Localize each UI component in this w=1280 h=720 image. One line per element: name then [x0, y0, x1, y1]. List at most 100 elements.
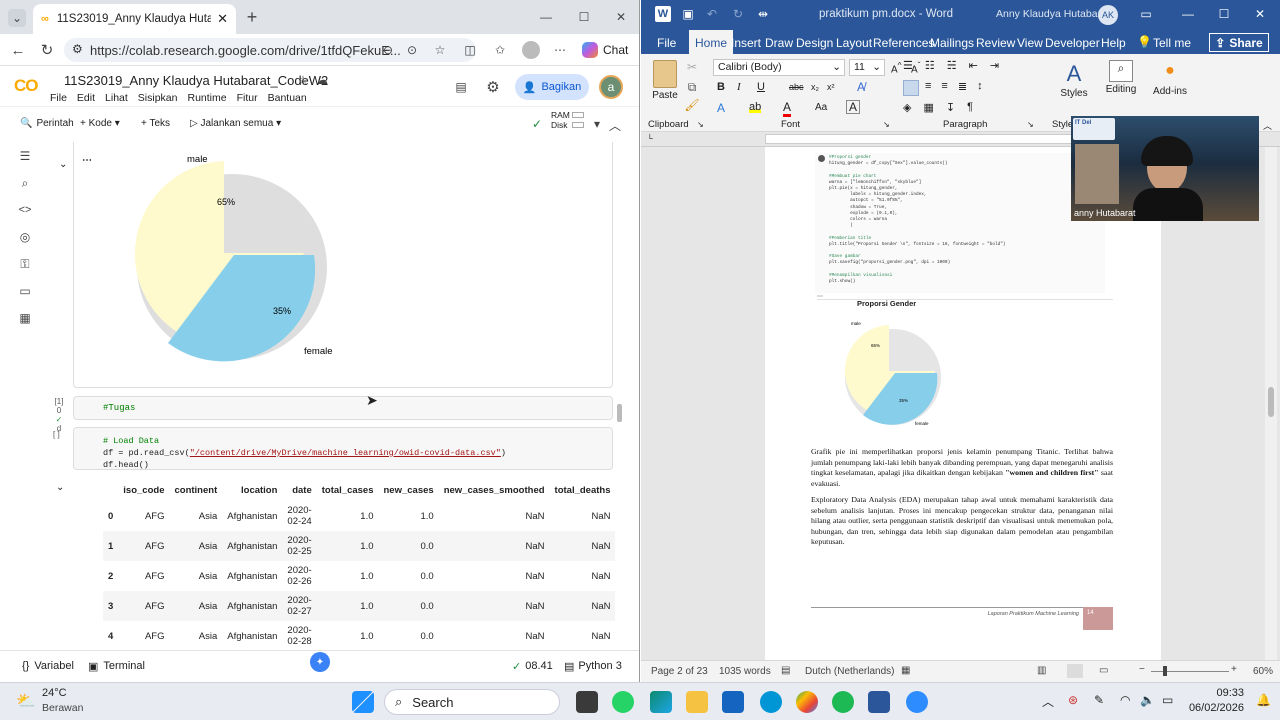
- paragraph-1[interactable]: Grafik pie ini memperlihatkan proporsi j…: [811, 447, 1113, 489]
- close-tab-icon[interactable]: ✕: [217, 11, 228, 27]
- grow-font-icon[interactable]: A^: [891, 60, 902, 75]
- bookmark-star-icon[interactable]: ☆: [432, 42, 448, 58]
- scrollbar-thumb[interactable]: [1268, 387, 1274, 417]
- colab-logo[interactable]: CO: [14, 76, 38, 96]
- browser-tab-colab[interactable]: ∞ 11S23019_Anny Klaudya Hutabarat ✕: [33, 4, 236, 34]
- tab-home[interactable]: Home: [689, 30, 734, 54]
- word-user-avatar[interactable]: AK: [1098, 5, 1118, 25]
- start-windows-icon[interactable]: [352, 691, 374, 713]
- settings-gear-icon[interactable]: ⚙: [484, 78, 502, 96]
- borders-icon[interactable]: ▦: [923, 101, 933, 114]
- edge-icon[interactable]: [650, 691, 672, 713]
- split-view-icon[interactable]: ◫: [462, 42, 478, 58]
- star-icon[interactable]: ☆: [296, 73, 310, 87]
- highlight-icon[interactable]: ab: [749, 101, 762, 113]
- minimize-icon[interactable]: —: [536, 7, 556, 27]
- quick-access-icon[interactable]: ⇹: [755, 7, 771, 21]
- favorites-icon[interactable]: ✩: [492, 42, 508, 58]
- zoom-slider-thumb[interactable]: [1163, 666, 1167, 676]
- add-code-button[interactable]: + Kode ▾: [80, 118, 120, 129]
- account-avatar[interactable]: a: [599, 75, 623, 99]
- collapse-output-icon[interactable]: ⌄: [59, 159, 67, 170]
- font-name-select[interactable]: Calibri (Body) ⌄: [713, 59, 845, 76]
- menu-runtime[interactable]: Runtime: [188, 92, 227, 104]
- reload-icon[interactable]: ↻: [37, 40, 57, 60]
- menu-edit[interactable]: Edit: [77, 92, 95, 104]
- print-layout-icon[interactable]: [1067, 664, 1083, 678]
- undo-icon[interactable]: ↶: [705, 7, 719, 21]
- tab-draw[interactable]: Draw: [765, 36, 793, 50]
- runtime-label[interactable]: ▤ Python 3: [564, 660, 622, 673]
- word-close-icon[interactable]: ✕: [1253, 7, 1267, 21]
- shading-icon[interactable]: ◈: [903, 101, 911, 114]
- copy-icon[interactable]: ⧉: [685, 80, 699, 95]
- battery-icon[interactable]: ▭: [1162, 693, 1173, 707]
- tab-view[interactable]: View: [1017, 36, 1043, 50]
- subscript-icon[interactable]: x₂: [811, 82, 819, 92]
- tab-insert[interactable]: Insert: [731, 36, 761, 50]
- collapse-ribbon-icon[interactable]: ︿: [1263, 119, 1272, 132]
- tab-selector-icon[interactable]: └: [647, 134, 653, 143]
- new-tab-icon[interactable]: +: [242, 7, 262, 27]
- notification-icon[interactable]: 🔔: [1256, 693, 1271, 707]
- zoom-in-icon[interactable]: +: [1231, 664, 1237, 675]
- clipboard-launcher-icon[interactable]: ↘: [697, 120, 704, 129]
- align-left-icon[interactable]: [903, 80, 919, 96]
- accessibility-icon[interactable]: ▦: [901, 665, 910, 676]
- menu-tools[interactable]: Fitur: [237, 92, 258, 104]
- line-spacing-icon[interactable]: ↕: [977, 80, 983, 93]
- word-share-button[interactable]: ⇪ Share: [1209, 33, 1269, 52]
- tab-design[interactable]: Design: [796, 36, 833, 50]
- clock-time[interactable]: 09:33: [1192, 687, 1244, 699]
- cut-icon[interactable]: ✂: [685, 60, 699, 74]
- tab-file[interactable]: File: [657, 36, 676, 50]
- decrease-indent-icon[interactable]: ⇤: [969, 59, 978, 72]
- clear-format-icon[interactable]: A̸: [857, 80, 865, 94]
- volume-icon[interactable]: 🔈: [1140, 693, 1155, 707]
- format-painter-icon[interactable]: 🖌: [684, 98, 699, 112]
- zoom-app-icon[interactable]: [906, 691, 928, 713]
- run-all-button[interactable]: ▷ Jalankan semua ▾: [190, 118, 281, 129]
- multilevel-list-icon[interactable]: ☵: [947, 59, 957, 72]
- runtime-dropdown-icon[interactable]: ▾: [592, 117, 602, 131]
- notebook-title[interactable]: 11S23019_Anny Klaudya Hutabarat_CodeW2: [64, 73, 328, 88]
- word-taskbar-icon[interactable]: [868, 691, 890, 713]
- menu-help[interactable]: Bantuan: [268, 92, 307, 104]
- code-cell-load-data[interactable]: # Load Data df = pd.read_csv("/content/d…: [73, 427, 613, 470]
- weather-desc[interactable]: Berawan: [42, 702, 83, 714]
- store-icon[interactable]: [722, 691, 744, 713]
- cloud-saved-icon[interactable]: ☁: [315, 73, 329, 87]
- increase-indent-icon[interactable]: ⇥: [990, 59, 999, 72]
- char-border-icon[interactable]: A: [846, 100, 860, 114]
- show-hidden-icons[interactable]: ︿: [1042, 693, 1054, 710]
- align-right-icon[interactable]: ≡: [941, 80, 947, 93]
- close-window-icon[interactable]: ✕: [611, 7, 631, 27]
- web-layout-icon[interactable]: ▭: [1099, 665, 1108, 676]
- zoom-level[interactable]: 60%: [1253, 666, 1273, 677]
- page-count[interactable]: Page 2 of 23: [651, 666, 708, 677]
- more-menu-icon[interactable]: ⋯: [552, 42, 568, 58]
- show-marks-icon[interactable]: ¶: [967, 101, 973, 114]
- task-view-icon[interactable]: [576, 691, 598, 713]
- italic-icon[interactable]: I: [737, 81, 741, 93]
- menu-view[interactable]: Lihat: [105, 92, 128, 104]
- collapse-header-icon[interactable]: ︿: [609, 117, 621, 134]
- superscript-icon[interactable]: x²: [827, 82, 835, 92]
- save-icon[interactable]: ▣: [681, 7, 695, 21]
- numbering-icon[interactable]: ☷: [925, 59, 935, 72]
- toc-icon[interactable]: ☰: [17, 148, 33, 164]
- gemini-icon[interactable]: ✦: [310, 652, 330, 672]
- word-maximize-icon[interactable]: ☐: [1217, 7, 1231, 21]
- secrets-key-icon[interactable]: ⚿: [17, 256, 33, 272]
- comments-icon[interactable]: ▤: [452, 78, 470, 96]
- chrome-icon[interactable]: [796, 691, 818, 713]
- data-table-icon[interactable]: ▦: [17, 310, 33, 326]
- pen-icon[interactable]: ✎: [1094, 693, 1104, 707]
- font-size-select[interactable]: 11 ⌄: [849, 59, 885, 76]
- styles-button[interactable]: A Styles: [1054, 60, 1094, 99]
- share-button[interactable]: 👤 Bagikan: [515, 74, 589, 100]
- bold-icon[interactable]: B: [717, 81, 725, 93]
- text-effects-icon[interactable]: A: [717, 101, 725, 115]
- files-folder-icon[interactable]: ▭: [17, 283, 33, 299]
- wifi-icon[interactable]: ◠: [1120, 693, 1130, 707]
